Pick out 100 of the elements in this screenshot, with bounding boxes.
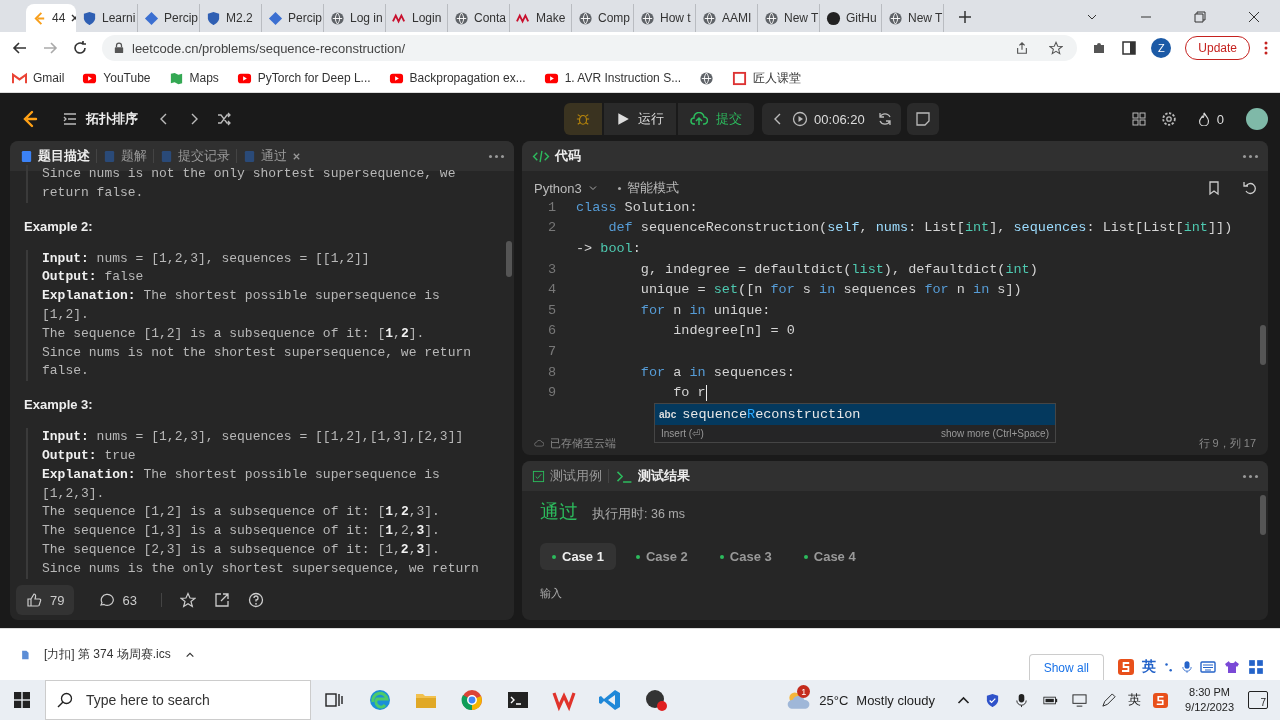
ime-logo-icon[interactable] <box>1118 659 1134 675</box>
settings-icon[interactable] <box>1160 111 1177 127</box>
example-line: Since nums is not the shortest supersequence, we return <box>42 343 473 362</box>
bookmark[interactable]: YouTube <box>82 70 151 86</box>
close-icon[interactable] <box>1248 11 1260 23</box>
grid-icon[interactable] <box>1130 111 1147 127</box>
panel-tab[interactable]: 测试用例 <box>532 467 602 485</box>
panel-tab[interactable]: 测试结果 <box>615 467 690 485</box>
bookmark[interactable]: 1. AVR Instruction S... <box>543 70 682 86</box>
line-number: 4 <box>546 282 557 298</box>
case-tab[interactable]: Case 2 <box>623 543 700 570</box>
panel-tab[interactable]: 通过 <box>243 147 301 165</box>
language-dropdown[interactable]: Python3 <box>534 180 598 196</box>
example-line: The sequence [1,3] is a subsequence of it: [1,2,3]. <box>42 522 441 541</box>
more-icon[interactable] <box>1243 154 1258 158</box>
bookmark[interactable] <box>699 70 715 86</box>
bookmark[interactable]: PyTorch for Deep L... <box>236 70 371 86</box>
scroll-thumb[interactable] <box>506 241 512 277</box>
checkbox-icon <box>532 469 545 483</box>
ime-logo-icon[interactable] <box>1153 692 1169 708</box>
smart-mode-toggle[interactable]: 智能模式 <box>617 179 679 197</box>
taskbar-search-field[interactable]: Type here to search <box>45 680 311 720</box>
example-line: Output: false <box>42 268 145 287</box>
new-tab-icon[interactable] <box>958 10 972 24</box>
favicon-icon <box>640 10 655 26</box>
comments-button[interactable]: 63 <box>92 591 143 609</box>
submit-button[interactable]: 提交 <box>678 103 755 135</box>
cloud-upload-icon <box>690 112 709 126</box>
update-button[interactable]: Update <box>1185 36 1250 60</box>
favicon-icon <box>699 70 715 86</box>
panel-tab[interactable]: 提交记录 <box>160 147 230 165</box>
bookmark[interactable]: Maps <box>168 70 219 86</box>
grid-icon[interactable] <box>1248 659 1264 675</box>
terminal-icon <box>615 469 633 483</box>
display-icon[interactable] <box>1072 692 1088 708</box>
input-language-indicator[interactable]: 英 <box>1128 691 1142 709</box>
reset-icon[interactable] <box>876 111 893 127</box>
bookmark-icon[interactable] <box>1206 180 1222 196</box>
undo-icon[interactable] <box>1242 180 1258 196</box>
like-button[interactable]: 79 <box>16 585 75 615</box>
help-icon[interactable] <box>247 592 264 608</box>
microphone-icon[interactable] <box>1014 692 1030 708</box>
reload-icon[interactable] <box>72 40 88 56</box>
suggestion-item[interactable]: abc sequenceReconstruction <box>655 404 1055 425</box>
show-all-button[interactable]: Show all <box>1028 654 1104 680</box>
ime-language[interactable]: 英 <box>1142 658 1156 676</box>
scroll-thumb[interactable] <box>1260 325 1266 365</box>
bookmark[interactable]: Gmail <box>12 70 65 86</box>
sidebar-icon[interactable] <box>1121 40 1138 56</box>
back-icon[interactable] <box>12 40 28 56</box>
case-tab[interactable]: Case 4 <box>791 543 868 570</box>
share-icon[interactable] <box>1015 41 1030 55</box>
line-number: 5 <box>546 302 557 318</box>
panel-title: 代码 <box>555 147 581 165</box>
alert-badge: 1 <box>797 685 811 698</box>
more-icon[interactable] <box>1264 40 1268 56</box>
example-line: false. <box>42 362 90 381</box>
more-icon[interactable] <box>489 154 504 158</box>
system-clock[interactable]: 8:30 PM 9/12/2023 <box>1185 685 1234 715</box>
shuffle-icon[interactable] <box>216 111 232 127</box>
run-button[interactable]: 运行 <box>604 103 677 135</box>
case-tab[interactable]: Case 1 <box>540 543 616 570</box>
play-icon <box>616 112 631 126</box>
example-line: The sequence [2,3] is a subsequence of it: [1,2,3]. <box>42 540 441 559</box>
windows-start-icon[interactable] <box>14 692 30 708</box>
notification-button[interactable]: 7 <box>1248 691 1268 709</box>
restore-icon[interactable] <box>1194 11 1206 23</box>
shirt-icon[interactable] <box>1224 659 1240 675</box>
scroll-thumb[interactable] <box>1260 495 1266 535</box>
shield-icon[interactable] <box>985 692 1001 708</box>
debug-button[interactable] <box>564 103 603 135</box>
favicon-icon <box>732 70 748 86</box>
play-circle-icon[interactable] <box>792 111 809 127</box>
case-tab[interactable]: Case 3 <box>707 543 784 570</box>
example-line: Explanation: The shortest possible supersequence is <box>42 465 441 484</box>
bookmark[interactable]: 匠人课堂 <box>732 69 802 87</box>
address-bar[interactable]: leetcode.cn/problems/sequence-reconstruction/ <box>102 35 1078 61</box>
star-icon[interactable] <box>1049 41 1064 55</box>
line-number: 6 <box>546 323 557 339</box>
problem-list-title[interactable]: 拓扑排序 <box>86 110 138 128</box>
input-label: 输入 <box>540 586 563 601</box>
user-avatar[interactable] <box>1246 108 1268 130</box>
streak-counter[interactable]: 0 <box>1196 111 1224 127</box>
panel-tab[interactable]: 题目描述 <box>20 147 90 165</box>
browser-tab[interactable]: 44 <box>26 4 76 32</box>
keyboard-icon[interactable] <box>1200 659 1216 675</box>
example-line: Input: nums = [1,2,3], sequences = [[1,2],[1,3],[2,3]] <box>42 428 465 447</box>
pen-icon[interactable] <box>1101 692 1117 708</box>
share-icon[interactable] <box>213 592 230 608</box>
panel-tab[interactable]: 题解 <box>103 147 147 165</box>
note-icon[interactable] <box>906 103 939 135</box>
example-heading: Example 2: <box>24 218 94 234</box>
list-icon[interactable] <box>62 111 78 127</box>
example-line: Output: true <box>42 446 137 465</box>
show-more-hint[interactable]: show more (Ctrl+Space) <box>940 428 1049 439</box>
download-item[interactable]: [力扣] 第 374 场周赛.ics <box>20 646 195 663</box>
bookmark[interactable]: Backpropagation ex... <box>388 70 526 86</box>
more-icon[interactable] <box>1243 474 1258 478</box>
favicon-icon <box>764 10 779 26</box>
profile-avatar[interactable]: Z <box>1151 38 1172 58</box>
